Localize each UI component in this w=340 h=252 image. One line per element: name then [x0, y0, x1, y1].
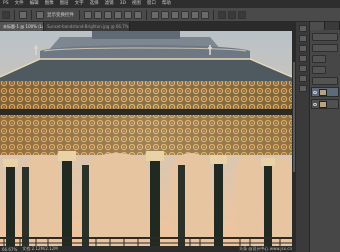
- document-tab-bar: 未标题-1 @ 100% (Layer 0, RGB/8) Sunset-ban…: [0, 22, 292, 31]
- menu-item-filter[interactable]: 滤镜: [102, 0, 117, 8]
- options-bar: 显示变换控件: [0, 8, 340, 22]
- align-left-icon[interactable]: [114, 10, 122, 19]
- frieze-lacework: [0, 81, 292, 111]
- document-canvas[interactable]: [0, 31, 292, 246]
- show-transform-label: 显示变换控件: [47, 12, 74, 18]
- tab-layers[interactable]: [310, 22, 325, 30]
- scrollbar-thumb[interactable]: [293, 62, 295, 172]
- menu-item-3d[interactable]: 3D: [117, 0, 129, 8]
- swatches-panel-icon[interactable]: [298, 55, 307, 62]
- 3d-rotate-icon[interactable]: [228, 10, 236, 19]
- distribute-right-icon[interactable]: [201, 10, 209, 19]
- panel-icon-strip: [296, 22, 310, 252]
- menu-item-view[interactable]: 视图: [129, 0, 144, 8]
- toolbar-divider: [79, 9, 80, 20]
- distribute-top-icon[interactable]: [151, 10, 159, 19]
- frieze-beam: [0, 109, 292, 115]
- distribute-left-icon[interactable]: [181, 10, 189, 19]
- layer-row[interactable]: [311, 99, 339, 109]
- auto-select-checkbox[interactable]: [19, 10, 27, 19]
- align-bottom-icon[interactable]: [104, 10, 112, 19]
- align-right-icon[interactable]: [134, 10, 142, 19]
- menu-item-file[interactable]: 文件: [12, 0, 27, 8]
- document-info: 文档:2.12M/2.12M: [22, 246, 58, 251]
- properties-panel-icon[interactable]: [298, 35, 307, 42]
- 3d-pan-icon[interactable]: [238, 10, 246, 19]
- layer-filter-dropdown[interactable]: [312, 33, 338, 41]
- show-transform-checkbox[interactable]: [36, 10, 44, 19]
- history-panel-icon[interactable]: [298, 25, 307, 32]
- lock-row[interactable]: [312, 66, 326, 74]
- layer-thumbnail-icon: [319, 100, 327, 108]
- menu-item-select[interactable]: 选择: [87, 0, 102, 8]
- layers-panel: [310, 22, 340, 252]
- menu-item-help[interactable]: 帮助: [159, 0, 174, 8]
- opacity-field[interactable]: [312, 55, 326, 63]
- move-tool-icon[interactable]: [2, 10, 10, 19]
- align-center-icon[interactable]: [124, 10, 132, 19]
- toolbar-divider: [14, 9, 15, 20]
- paths-panel-icon[interactable]: [298, 75, 307, 82]
- styles-panel-icon[interactable]: [298, 65, 307, 72]
- menu-bar: PS 文件 编辑 图像 图层 文字 选择 滤镜 3D 视图 窗口 帮助: [0, 0, 340, 8]
- menu-item-type[interactable]: 文字: [72, 0, 87, 8]
- distribute-center-icon[interactable]: [191, 10, 199, 19]
- menu-item-ps[interactable]: PS: [0, 0, 12, 8]
- bandstand-photo: [0, 31, 292, 246]
- eye-icon[interactable]: [313, 102, 317, 106]
- blend-mode-dropdown[interactable]: [312, 44, 338, 52]
- toolbar-divider: [31, 9, 32, 20]
- layer-thumbnail-icon: [319, 88, 327, 96]
- eye-icon[interactable]: [313, 90, 317, 94]
- watermark: 头条 @设计中心 www.jsx.cn: [239, 246, 292, 251]
- layer-row[interactable]: [311, 87, 339, 97]
- adjustments-panel-icon[interactable]: [298, 45, 307, 52]
- menu-item-window[interactable]: 窗口: [144, 0, 159, 8]
- distribute-bottom-icon[interactable]: [171, 10, 179, 19]
- fill-field[interactable]: [312, 77, 338, 85]
- align-middle-icon[interactable]: [94, 10, 102, 19]
- menu-item-layer[interactable]: 图层: [57, 0, 72, 8]
- toolbar-divider: [213, 9, 214, 20]
- tab-untitled-1[interactable]: 未标题-1 @ 100% (Layer 0, RGB/8): [0, 22, 44, 31]
- 3d-mode-icon[interactable]: [218, 10, 226, 19]
- panel-tabs: [310, 22, 340, 30]
- menu-item-image[interactable]: 图像: [42, 0, 57, 8]
- align-top-icon[interactable]: [84, 10, 92, 19]
- toolbar-divider: [146, 9, 147, 20]
- ornament-lacework: [0, 115, 292, 155]
- status-bar: 66.67% 文档:2.12M/2.12M 头条 @设计中心 www.jsx.c…: [0, 246, 296, 252]
- channels-panel-icon[interactable]: [298, 85, 307, 92]
- menu-item-edit[interactable]: 编辑: [27, 0, 42, 8]
- tab-channels[interactable]: [325, 22, 340, 30]
- distribute-middle-icon[interactable]: [161, 10, 169, 19]
- tab-sunset-bandstand[interactable]: Sunset-bandstand-Brighton.jpg @ 66.7% (R…: [44, 22, 130, 31]
- zoom-level[interactable]: 66.67%: [2, 247, 17, 252]
